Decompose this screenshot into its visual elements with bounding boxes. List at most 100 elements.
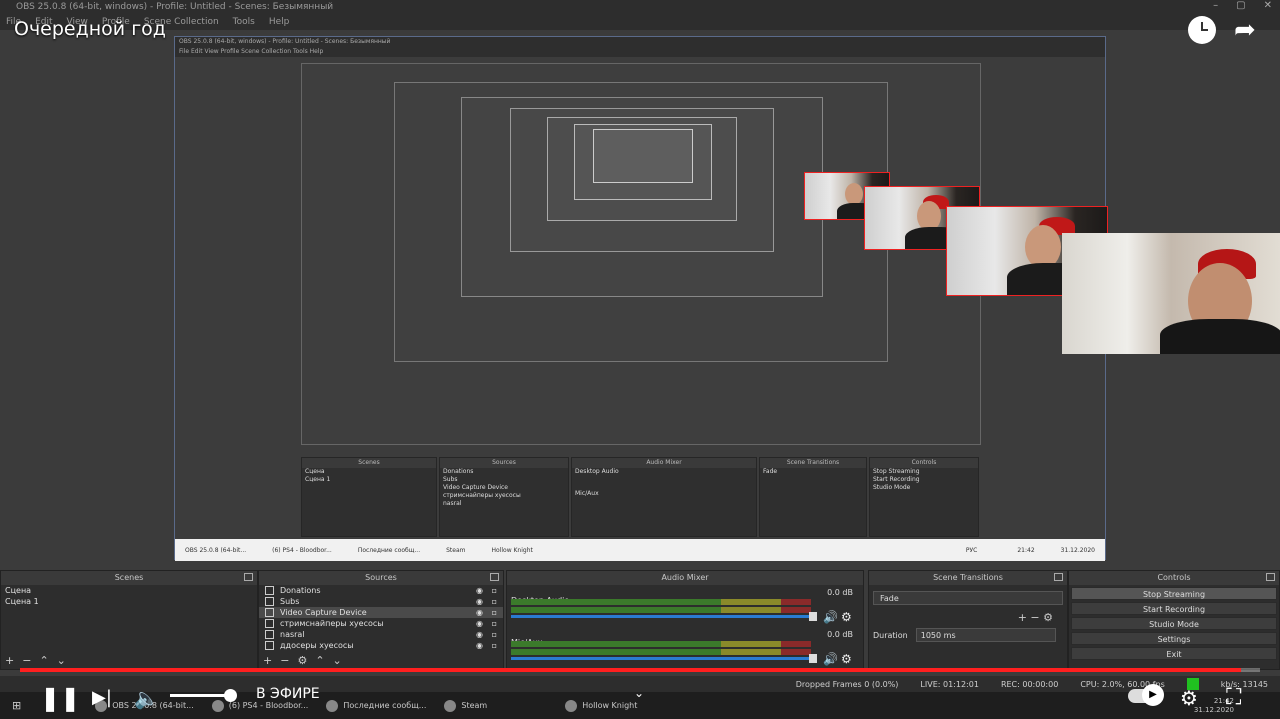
remove-transition-icon[interactable]: − [1030, 611, 1039, 624]
recursive-preview-1 [301, 63, 981, 445]
lock-icon[interactable]: ▫ [492, 586, 497, 595]
visibility-icon[interactable]: ◉ [476, 608, 483, 617]
visibility-icon[interactable]: ◉ [476, 586, 483, 595]
visibility-icon[interactable]: ◉ [476, 630, 483, 639]
sources-title: Sources [365, 573, 397, 582]
add-transition-icon[interactable]: + [1018, 611, 1027, 624]
video-title[interactable]: Очередной год [14, 18, 166, 40]
studio-mode-button[interactable]: Studio Mode [1071, 617, 1277, 630]
screen: OBS 25.0.8 (64-bit, windows) - Profile: … [0, 0, 1280, 719]
source-item[interactable]: Donations ◉ ▫ [259, 585, 503, 596]
popout-icon[interactable] [1054, 573, 1063, 581]
popout-icon[interactable] [490, 573, 499, 581]
audio-mixer-title: Audio Mixer [661, 573, 709, 582]
scene-transitions-title: Scene Transitions [933, 573, 1003, 582]
gear-icon[interactable]: ⚙ [841, 652, 852, 666]
volume-fader[interactable] [511, 615, 811, 618]
exit-button[interactable]: Exit [1071, 647, 1277, 660]
volume-fader[interactable] [511, 657, 811, 660]
remove-source-icon[interactable]: − [280, 654, 289, 667]
add-source-icon[interactable]: + [263, 654, 272, 667]
speaker-icon[interactable]: 🔊 [823, 652, 838, 666]
webcam-feed [1062, 233, 1280, 354]
visibility-icon[interactable]: ◉ [476, 641, 483, 650]
move-up-icon[interactable]: ⌃ [315, 654, 324, 667]
source-item[interactable]: Video Capture Device ◉ ▫ [259, 607, 503, 618]
scenes-title: Scenes [114, 573, 144, 582]
source-settings-icon[interactable]: ⚙ [297, 654, 307, 667]
settings-gear-icon[interactable]: ⚙ [1180, 683, 1198, 713]
speaker-icon[interactable]: 🔊 [823, 610, 838, 624]
fader-knob[interactable] [809, 612, 817, 621]
add-scene-icon[interactable]: + [5, 654, 14, 667]
pause-icon[interactable]: ❚❚ [40, 683, 80, 713]
source-type-icon [265, 597, 274, 606]
preview-transitions-dock: Scene Transitions Fade [759, 457, 867, 537]
menu-tools[interactable]: Tools [233, 14, 255, 30]
popout-icon[interactable] [1266, 573, 1275, 581]
visibility-icon[interactable]: ◉ [476, 619, 483, 628]
preview-taskbar: OBS 25.0.8 (64-bit... (6) PS4 - Bloodbor… [175, 539, 1105, 561]
video-progress-fill [20, 668, 1242, 672]
volume-slider[interactable] [170, 694, 230, 697]
transition-select[interactable]: Fade [873, 591, 1063, 605]
level-meter [511, 649, 811, 655]
mixer-channel-desktop: Desktop Audio 0.0 dB 🔊 ⚙ [511, 588, 859, 628]
source-item[interactable]: nasral ◉ ▫ [259, 629, 503, 640]
close-icon[interactable]: ✕ [1264, 0, 1272, 11]
lock-icon[interactable]: ▫ [492, 608, 497, 617]
live-label[interactable]: В ЭФИРЕ [256, 686, 320, 702]
lock-icon[interactable]: ▫ [492, 630, 497, 639]
volume-icon[interactable]: 🔈 [134, 683, 159, 713]
visibility-icon[interactable]: ◉ [476, 597, 483, 606]
preview-menu: File Edit View Profile Scene Collection … [175, 47, 1105, 57]
move-down-icon[interactable]: ⌄ [57, 654, 66, 667]
source-type-icon [265, 608, 274, 617]
scene-item[interactable]: Сцена [1, 585, 257, 596]
fader-knob[interactable] [809, 654, 817, 663]
settings-button[interactable]: Settings [1071, 632, 1277, 645]
lock-icon[interactable]: ▫ [492, 597, 497, 606]
watch-later-icon[interactable] [1188, 16, 1216, 44]
next-icon[interactable]: ▶| [92, 683, 112, 713]
source-item[interactable]: Subs ◉ ▫ [259, 596, 503, 607]
audio-mixer-dock: Audio Mixer Desktop Audio 0.0 dB 🔊 ⚙ Mic… [506, 570, 864, 670]
preview-scenes-dock: Scenes Сцена Сцена 1 [301, 457, 437, 537]
stop-streaming-button[interactable]: Stop Streaming [1071, 587, 1277, 600]
move-up-icon[interactable]: ⌃ [39, 654, 48, 667]
share-icon[interactable]: ➦ [1234, 16, 1262, 44]
duration-field[interactable]: 1050 ms [915, 628, 1056, 642]
remove-scene-icon[interactable]: − [22, 654, 31, 667]
obs-preview[interactable]: OBS 25.0.8 (64-bit, windows) - Profile: … [174, 36, 1106, 561]
sources-dock: Sources Donations ◉ ▫ Subs ◉ ▫ Video Capture… [258, 570, 504, 670]
fullscreen-icon[interactable]: ⛶ [1226, 683, 1241, 713]
source-item[interactable]: стримснайперы хуесосы ◉ ▫ [259, 618, 503, 629]
obs-menu-bar: File Edit View Profile Scene Collection … [0, 14, 1280, 30]
recursive-preview-3 [461, 97, 823, 297]
recursive-preview-6 [574, 124, 712, 200]
duration-label: Duration [873, 630, 908, 640]
scene-item[interactable]: Сцена 1 [1, 596, 257, 607]
scene-transitions-dock: Scene Transitions Fade + − ⚙ Duration 10… [868, 570, 1068, 670]
lock-icon[interactable]: ▫ [492, 619, 497, 628]
menu-help[interactable]: Help [269, 14, 290, 30]
minimize-icon[interactable]: – [1213, 0, 1218, 11]
move-down-icon[interactable]: ⌄ [333, 654, 342, 667]
lock-icon[interactable]: ▫ [492, 641, 497, 650]
volume-slider-knob[interactable] [224, 689, 237, 702]
chevron-down-icon[interactable]: ⌄ [634, 686, 644, 700]
recursive-preview-5 [547, 117, 737, 221]
window-buttons: – ▢ ✕ [1213, 0, 1272, 11]
maximize-icon[interactable]: ▢ [1236, 0, 1245, 11]
gear-icon[interactable]: ⚙ [841, 610, 852, 624]
source-type-icon [265, 619, 274, 628]
level-meter [511, 599, 811, 605]
source-type-icon [265, 641, 274, 650]
source-item[interactable]: ддосеры хуесосы ◉ ▫ [259, 640, 503, 651]
popout-icon[interactable] [244, 573, 253, 581]
preview-controls-dock: Controls Stop Streaming Start Recording … [869, 457, 979, 537]
autoplay-toggle[interactable] [1128, 684, 1164, 706]
video-progress-bar[interactable] [20, 668, 1260, 672]
start-recording-button[interactable]: Start Recording [1071, 602, 1277, 615]
gear-icon[interactable]: ⚙ [1043, 611, 1053, 624]
